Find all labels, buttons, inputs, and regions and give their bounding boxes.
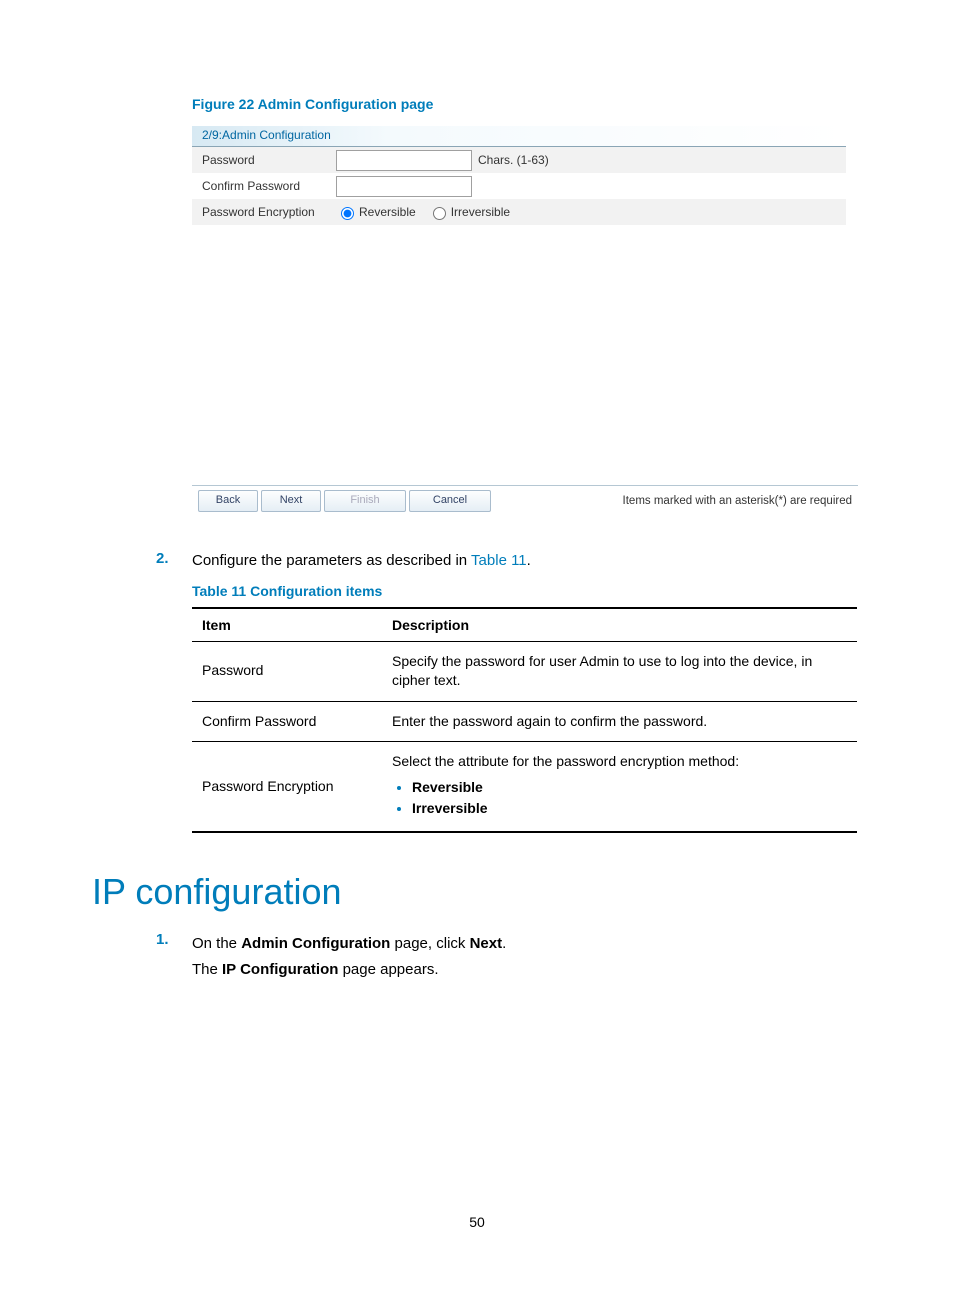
table-11-link[interactable]: Table 11 <box>471 552 527 569</box>
t: The <box>192 961 222 978</box>
reversible-radio-label: Reversible <box>359 205 416 219</box>
cell-desc: Specify the password for user Admin to u… <box>382 641 857 701</box>
cell-item: Password Encryption <box>192 742 382 832</box>
next-button[interactable]: Next <box>261 490 321 512</box>
cancel-button[interactable]: Cancel <box>409 490 491 512</box>
bullet-irreversible: Irreversible <box>412 799 847 819</box>
ip-step-1-number: 1. <box>156 931 192 982</box>
ip-step-1-body: On the Admin Configuration page, click N… <box>192 931 862 982</box>
table-caption: Table 11 Configuration items <box>192 583 862 599</box>
ip-configuration-heading: IP configuration <box>92 871 862 913</box>
admin-config-panel: 2/9:Admin Configuration Password Chars. … <box>192 126 846 225</box>
config-items-table: Item Description Password Specify the pa… <box>192 607 857 834</box>
password-hint: Chars. (1-63) <box>478 153 549 167</box>
reversible-radio[interactable] <box>341 207 354 220</box>
cell-desc: Select the attribute for the password en… <box>382 742 857 832</box>
t: . <box>502 935 506 952</box>
row-confirm-password: Confirm Password <box>192 173 846 199</box>
panel-footer: Back Next Finish Cancel Items marked wit… <box>192 485 858 516</box>
irreversible-radio-label: Irreversible <box>451 205 510 219</box>
bold-next: Next <box>470 935 503 952</box>
confirm-password-input[interactable] <box>336 176 472 197</box>
cell-item: Password <box>192 641 382 701</box>
required-note: Items marked with an asterisk(*) are req… <box>623 495 852 507</box>
step-2-number: 2. <box>156 550 192 573</box>
back-button[interactable]: Back <box>198 490 258 512</box>
step-2-before: Configure the parameters as described in <box>192 552 471 569</box>
panel-spacer <box>92 225 862 485</box>
th-description: Description <box>382 608 857 642</box>
irreversible-radio[interactable] <box>433 207 446 220</box>
cell-item: Confirm Password <box>192 701 382 742</box>
figure-caption: Figure 22 Admin Configuration page <box>192 96 862 112</box>
panel-header: 2/9:Admin Configuration <box>192 126 846 147</box>
table-row: Confirm Password Enter the password agai… <box>192 701 857 742</box>
t: page, click <box>390 935 469 952</box>
page-number: 50 <box>0 1214 954 1230</box>
row-password-encryption: Password Encryption Reversible Irreversi… <box>192 199 846 225</box>
password-input[interactable] <box>336 150 472 171</box>
th-item: Item <box>192 608 382 642</box>
step-2-text: Configure the parameters as described in… <box>192 550 862 573</box>
encryption-intro: Select the attribute for the password en… <box>392 753 739 769</box>
step-2-after: . <box>527 552 531 569</box>
table-row: Password Specify the password for user A… <box>192 641 857 701</box>
password-label: Password <box>192 149 332 171</box>
t: page appears. <box>338 961 438 978</box>
finish-button[interactable]: Finish <box>324 490 406 512</box>
encryption-label: Password Encryption <box>192 201 332 223</box>
bold-admin-config: Admin Configuration <box>241 935 390 952</box>
cell-desc: Enter the password again to confirm the … <box>382 701 857 742</box>
row-password: Password Chars. (1-63) <box>192 147 846 173</box>
confirm-password-label: Confirm Password <box>192 175 332 197</box>
bold-ip-config: IP Configuration <box>222 961 338 978</box>
t: On the <box>192 935 241 952</box>
table-row: Password Encryption Select the attribute… <box>192 742 857 832</box>
bullet-reversible: Reversible <box>412 778 847 798</box>
